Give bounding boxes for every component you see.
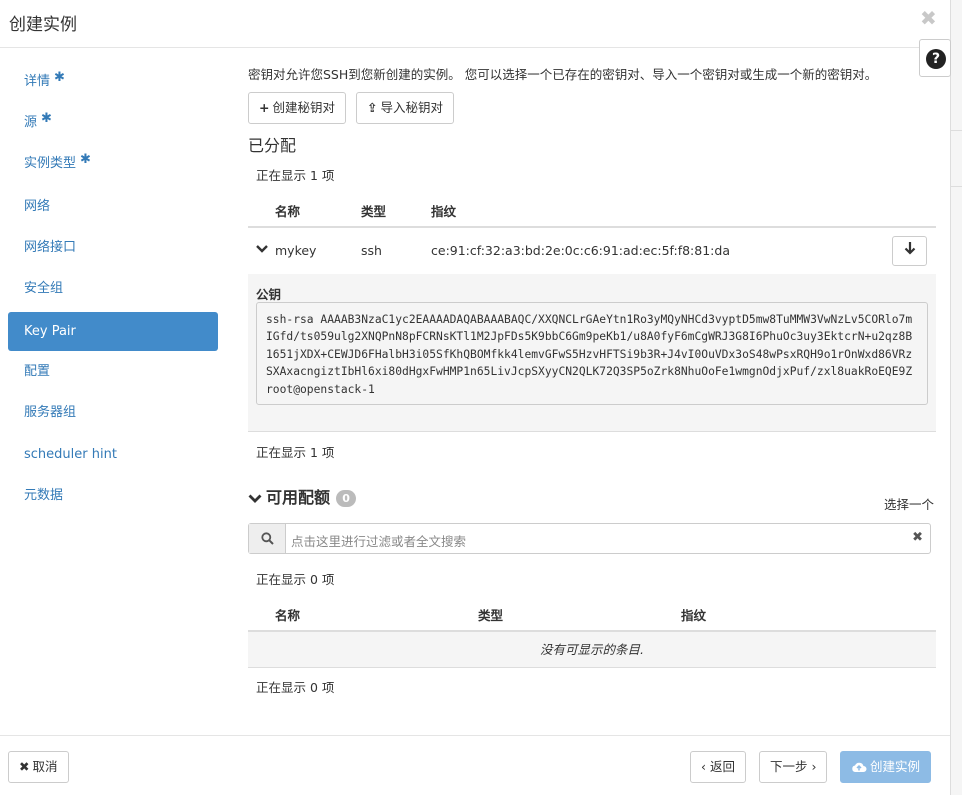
help-button[interactable]: ?: [919, 39, 951, 77]
keypair-name: mykey: [275, 243, 317, 258]
back-button[interactable]: ‹ 返回: [690, 751, 746, 783]
public-key-value: ssh-rsa AAAAB3NzaC1yc2EAAAADAQABAAABAQC/…: [256, 302, 928, 405]
allocated-count-bottom: 正在显示 1 项: [256, 445, 335, 460]
available-count-badge: 0: [336, 490, 357, 507]
cloud-upload-icon: [852, 762, 867, 772]
available-count-top: 正在显示 0 项: [256, 572, 335, 587]
keypair-description: 密钥对允许您SSH到您新创建的实例。 您可以选择一个已存在的密钥对、导入一个密钥…: [248, 67, 878, 82]
public-key-label: 公钥: [256, 287, 282, 302]
sidebar-item-configuration[interactable]: 配置: [8, 352, 218, 391]
available-count-bottom: 正在显示 0 项: [256, 680, 335, 695]
column-header-type[interactable]: 类型: [361, 201, 386, 220]
chevron-down-icon: [248, 494, 262, 503]
sidebar-item-network-ports[interactable]: 网络接口: [8, 228, 218, 267]
select-one-label: 选择一个: [884, 497, 935, 512]
empty-table-message: 没有可显示的条目.: [248, 632, 936, 668]
search-input[interactable]: 点击这里进行过滤或者全文搜索: [291, 531, 466, 550]
column-header-name[interactable]: 名称: [275, 605, 300, 624]
column-header-fingerprint[interactable]: 指纹: [681, 605, 706, 624]
sidebar-item-scheduler-hint[interactable]: scheduler hint: [8, 435, 218, 474]
upload-icon: ⇪: [367, 100, 378, 115]
sidebar-item-source[interactable]: 源 ✱: [8, 103, 218, 142]
search-bar[interactable]: 点击这里进行过滤或者全文搜索 ✖: [248, 523, 931, 554]
sidebar-item-flavor[interactable]: 实例类型 ✱: [8, 144, 218, 183]
required-icon: ✱: [80, 152, 91, 167]
launch-instance-button[interactable]: 创建实例: [840, 751, 932, 783]
cancel-button[interactable]: ✖ 取消: [8, 751, 69, 783]
sidebar-item-metadata[interactable]: 元数据: [8, 476, 218, 515]
column-header-fingerprint[interactable]: 指纹: [431, 201, 456, 220]
close-icon: ✖: [19, 759, 30, 774]
required-icon: ✱: [41, 111, 52, 126]
close-icon[interactable]: ✖: [920, 6, 937, 30]
column-header-type[interactable]: 类型: [478, 605, 503, 624]
chevron-down-icon[interactable]: [256, 243, 268, 258]
dialog-title: 创建实例: [9, 15, 77, 35]
keypair-type: ssh: [361, 243, 382, 258]
import-keypair-button[interactable]: ⇪ 导入秘钥对: [356, 92, 454, 124]
dialog-header: 创建实例 ✖: [0, 0, 950, 48]
deallocate-button[interactable]: [892, 236, 927, 266]
allocated-count-top: 正在显示 1 项: [256, 168, 335, 183]
keypair-fingerprint: ce:91:cf:32:a3:bd:2e:0c:c6:91:ad:ec:5f:f…: [431, 243, 730, 258]
sidebar-item-key-pair[interactable]: Key Pair: [8, 312, 218, 351]
create-keypair-button[interactable]: + 创建秘钥对: [248, 92, 346, 124]
arrow-down-icon: [904, 242, 915, 255]
sidebar-item-details[interactable]: 详情 ✱: [8, 62, 218, 101]
question-icon: ?: [926, 49, 946, 69]
column-header-name[interactable]: 名称: [275, 201, 300, 220]
background-page-edge: [950, 0, 962, 795]
allocated-heading: 已分配: [248, 136, 297, 155]
sidebar-item-networks[interactable]: 网络: [8, 187, 218, 226]
clear-search-icon[interactable]: ✖: [912, 530, 923, 545]
sidebar-item-server-groups[interactable]: 服务器组: [8, 393, 218, 432]
sidebar-item-security-groups[interactable]: 安全组: [8, 269, 218, 308]
keypair-detail-row: 公钥 ssh-rsa AAAAB3NzaC1yc2EAAAADAQABAAABA…: [248, 274, 936, 432]
next-button[interactable]: 下一步 ›: [759, 751, 828, 783]
required-icon: ✱: [54, 70, 65, 85]
plus-icon: +: [259, 100, 270, 115]
search-icon: [249, 524, 286, 553]
available-heading[interactable]: 可用配额 0: [248, 484, 357, 508]
